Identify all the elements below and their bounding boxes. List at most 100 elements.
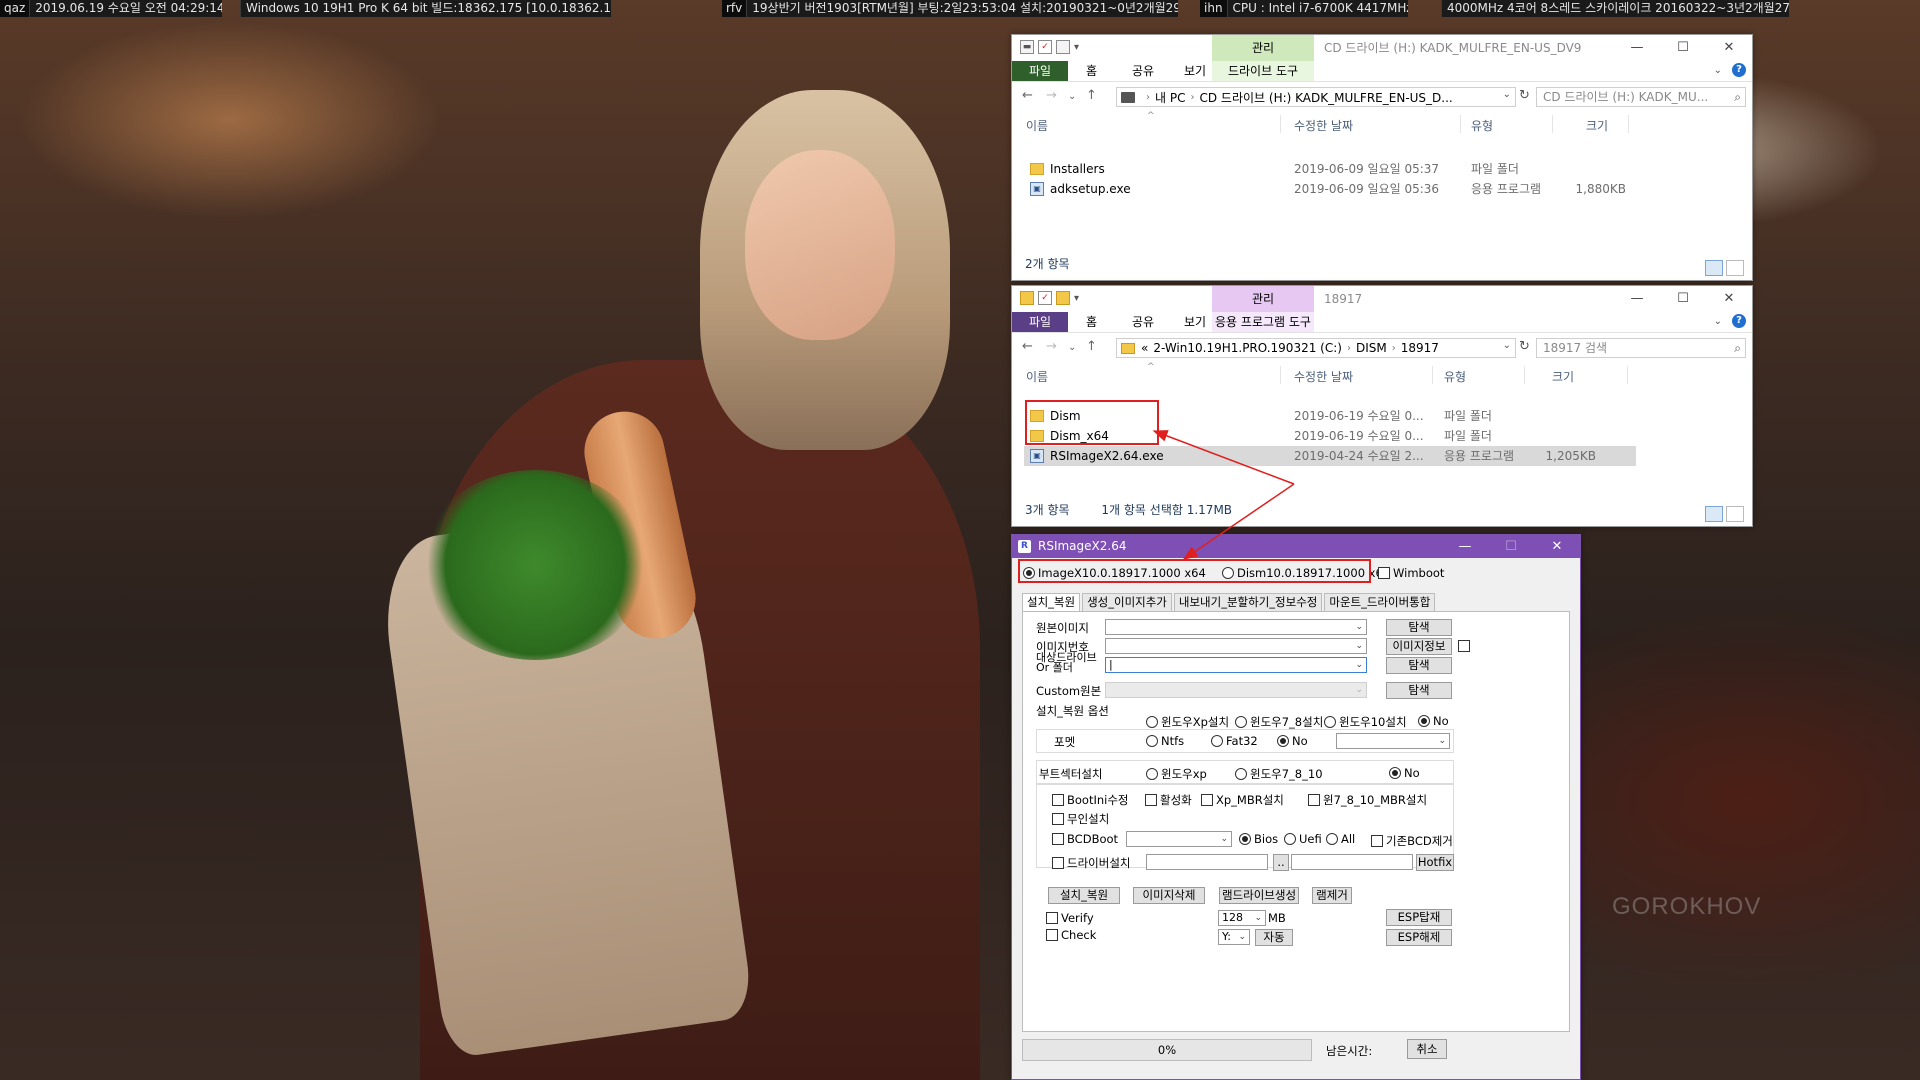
driver-install-option[interactable]: 드라이버설치 [1052, 855, 1130, 871]
checkbox[interactable] [1052, 857, 1064, 869]
breadcrumb-dism[interactable]: DISM [1356, 341, 1387, 355]
bcdboot-combo[interactable]: ⌄ [1126, 831, 1232, 847]
column-date[interactable]: 수정한 날짜 [1294, 117, 1353, 134]
tab-install-restore[interactable]: 설치_복원 [1022, 593, 1081, 611]
chevron-down-icon[interactable]: ⌄ [1355, 683, 1363, 697]
folder-icon[interactable] [1020, 291, 1034, 305]
radio[interactable] [1146, 716, 1158, 728]
esp-mount-button[interactable]: ESP탑재 [1386, 909, 1452, 926]
help-icon[interactable]: ? [1732, 314, 1746, 328]
expand-ribbon-icon[interactable]: ⌄ [1714, 65, 1722, 76]
activate-option[interactable]: 활성화 [1145, 792, 1192, 808]
search-input[interactable]: CD 드라이브 (H:) KADK_MU... ⌕ [1536, 87, 1746, 107]
minimize-button[interactable]: — [1614, 35, 1660, 61]
column-divider[interactable] [1280, 366, 1281, 384]
hotfix-button[interactable]: Hotfix [1416, 854, 1454, 871]
new-folder-icon[interactable] [1056, 291, 1070, 305]
tab-application-tools[interactable]: 응용 프로그램 도구 [1212, 312, 1314, 332]
column-divider[interactable] [1627, 366, 1628, 384]
tab-view[interactable]: 보기 [1174, 312, 1216, 332]
source-image-combo[interactable]: ⌄ [1105, 619, 1367, 635]
column-divider[interactable] [1524, 366, 1525, 384]
search-input[interactable]: 18917 검색 ⌕ [1536, 338, 1746, 358]
checkbox[interactable] [1145, 794, 1157, 806]
checkbox[interactable] [1378, 567, 1390, 579]
custom-source-combo[interactable]: ⌄ [1105, 682, 1367, 698]
delete-image-button[interactable]: 이미지삭제 [1133, 887, 1205, 904]
bootini-option[interactable]: BootIni수정 [1052, 792, 1129, 808]
radio[interactable] [1211, 735, 1223, 747]
radio[interactable] [1146, 735, 1158, 747]
tab-file[interactable]: 파일 [1012, 312, 1068, 332]
address-box[interactable]: « 2-Win10.19H1.PRO.190321 (C:) › DISM › … [1116, 338, 1516, 358]
radio[interactable] [1235, 716, 1247, 728]
chevron-right-icon[interactable]: › [1190, 92, 1194, 103]
expand-ribbon-icon[interactable]: ⌄ [1714, 316, 1722, 327]
format-type-combo[interactable]: ⌄ [1336, 733, 1450, 749]
image-number-combo[interactable]: ⌄ [1105, 638, 1367, 654]
title-bar[interactable]: ▬ ✓ ▾ 관리 CD 드라이브 (H:) KADK_MULFRE_EN-US_… [1012, 35, 1752, 61]
chevron-right-icon[interactable]: › [1347, 343, 1351, 354]
checkbox[interactable] [1046, 929, 1058, 941]
maximize-button[interactable]: ☐ [1660, 35, 1706, 61]
column-type[interactable]: 유형 [1471, 117, 1493, 134]
tab-manage[interactable]: 관리 [1212, 35, 1314, 61]
radio[interactable] [1324, 716, 1336, 728]
details-view-icon[interactable] [1705, 260, 1723, 276]
image-info-button[interactable]: 이미지정보 [1386, 638, 1452, 655]
new-folder-icon[interactable] [1056, 40, 1070, 54]
large-icons-view-icon[interactable] [1726, 506, 1744, 522]
cancel-button[interactable]: 취소 [1407, 1039, 1447, 1059]
win7-mbr-option[interactable]: 윈7_8_10_MBR설치 [1308, 792, 1427, 808]
column-divider[interactable] [1432, 366, 1433, 384]
drive-letter-combo[interactable]: Y: ⌄ [1218, 929, 1250, 945]
chevron-down-icon[interactable]: ⌄ [1355, 639, 1363, 653]
install-78-option[interactable]: 윈도우7_8설치 [1235, 714, 1323, 730]
ram-size-combo[interactable]: 128 ⌄ [1218, 910, 1266, 926]
column-divider[interactable] [1628, 115, 1629, 133]
boot-7810-option[interactable]: 윈도우7_8_10 [1235, 766, 1323, 782]
target-drive-combo[interactable]: | ⌄ [1105, 657, 1367, 673]
forward-arrow-icon[interactable]: → [1046, 88, 1057, 103]
verify-option[interactable]: Verify [1046, 911, 1094, 925]
address-box[interactable]: › 내 PC › CD 드라이브 (H:) KADK_MULFRE_EN-US_… [1116, 87, 1516, 107]
maximize-button[interactable]: ☐ [1660, 286, 1706, 312]
tab-manage[interactable]: 관리 [1212, 286, 1314, 312]
properties-icon[interactable]: ✓ [1038, 40, 1052, 54]
bcd-bios-option[interactable]: Bios [1239, 832, 1278, 846]
column-name[interactable]: 이름 [1026, 117, 1048, 134]
chevron-down-icon[interactable]: ⌄ [1503, 340, 1511, 351]
list-item[interactable]: ▣ adksetup.exe 2019-06-09 일요일 05:36 응용 프… [1024, 179, 1626, 199]
refresh-icon[interactable]: ↻ [1519, 88, 1530, 103]
tab-export-split[interactable]: 내보내기_분할하기_정보수정 [1173, 593, 1323, 611]
radio-selected[interactable] [1389, 767, 1401, 779]
checkbox[interactable] [1046, 912, 1058, 924]
radio-selected[interactable] [1418, 715, 1430, 727]
title-bar[interactable]: ✓ ▾ 관리 18917 — ☐ ✕ [1012, 286, 1752, 312]
column-name[interactable]: 이름 [1026, 368, 1048, 385]
radio-selected[interactable] [1277, 735, 1289, 747]
recent-dropdown-icon[interactable]: ⌄ [1068, 91, 1076, 102]
remove-ramdrive-button[interactable]: 램제거 [1312, 887, 1352, 904]
column-divider[interactable] [1552, 115, 1553, 133]
chevron-right-icon[interactable]: › [1392, 343, 1396, 354]
tab-home[interactable]: 홈 [1076, 61, 1107, 81]
customize-dropdown-icon[interactable]: ▾ [1074, 42, 1079, 53]
format-no-option[interactable]: No [1277, 734, 1308, 748]
list-item[interactable]: Installers 2019-06-09 일요일 05:37 파일 폴더 [1024, 159, 1624, 179]
maximize-button[interactable]: ☐ [1488, 535, 1534, 558]
chevron-down-icon[interactable]: ⌄ [1503, 89, 1511, 100]
hotfix-path-field[interactable] [1291, 854, 1413, 870]
check-option[interactable]: Check [1046, 928, 1096, 942]
radio-selected[interactable] [1239, 833, 1251, 845]
checkbox[interactable] [1052, 794, 1064, 806]
column-date[interactable]: 수정한 날짜 [1294, 368, 1353, 385]
forward-arrow-icon[interactable]: → [1046, 339, 1057, 354]
checkbox[interactable] [1371, 835, 1383, 847]
unattended-option[interactable]: 무인설치 [1052, 811, 1109, 827]
browse-driver-button[interactable]: .. [1273, 854, 1289, 871]
browse-custom-button[interactable]: 탐색 [1386, 682, 1452, 699]
column-divider[interactable] [1280, 115, 1281, 133]
wimboot-option[interactable]: Wimboot [1378, 566, 1444, 580]
browse-source-button[interactable]: 탐색 [1386, 619, 1452, 636]
